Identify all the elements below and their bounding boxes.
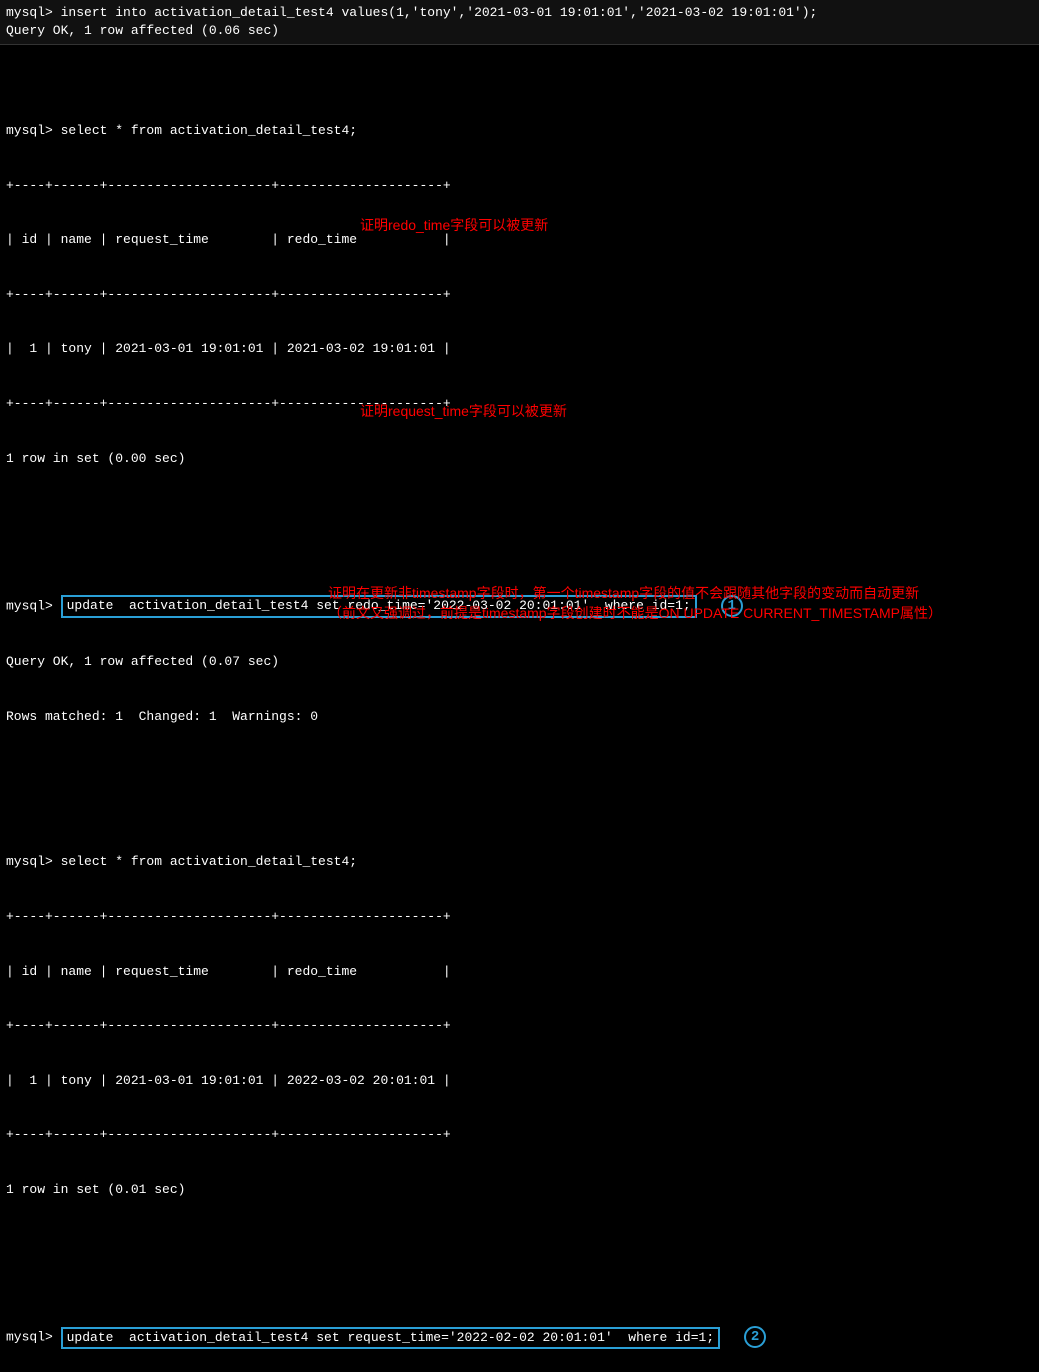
mysql-prompt: mysql>	[6, 1330, 61, 1345]
rows-matched: Rows matched: 1 Changed: 1 Warnings: 0	[6, 708, 1033, 726]
annotation-text-2: 证明request_time字段可以被更新	[360, 402, 567, 422]
annotation-text-1: 证明redo_time字段可以被更新	[360, 216, 548, 236]
table-sep: +----+------+---------------------+-----…	[6, 286, 1033, 304]
annotation-number-2-icon: 2	[744, 1326, 766, 1348]
update-line-2: mysql> update activation_detail_test4 se…	[6, 1326, 1033, 1348]
annotation-text-3a: 证明在更新非timestamp字段时，第一个timestamp字段的值不会跟随其…	[328, 584, 919, 604]
annotation-text-3b: （前文又强调过，前提是timestamp字段创建时不能是ON UPDATE CU…	[328, 604, 942, 624]
mysql-prompt: mysql>	[6, 598, 61, 613]
select-cmd-1: mysql> select * from activation_detail_t…	[6, 122, 1033, 140]
query-ok: Query OK, 1 row affected (0.07 sec)	[6, 653, 1033, 671]
rows-in-set: 1 row in set (0.00 sec)	[6, 450, 1033, 468]
table-header: | id | name | request_time | redo_time |	[6, 963, 1033, 981]
select-cmd-2: mysql> select * from activation_detail_t…	[6, 853, 1033, 871]
table-row: | 1 | tony | 2021-03-01 19:01:01 | 2021-…	[6, 340, 1033, 358]
update-cmd-2-box: update activation_detail_test4 set reque…	[61, 1327, 721, 1349]
table-sep: +----+------+---------------------+-----…	[6, 1017, 1033, 1035]
insert-result: Query OK, 1 row affected (0.06 sec)	[6, 22, 1033, 40]
terminal-header-block: mysql> insert into activation_detail_tes…	[0, 0, 1039, 45]
table-sep: +----+------+---------------------+-----…	[6, 1126, 1033, 1144]
terminal-body: mysql> select * from activation_detail_t…	[0, 45, 1039, 1372]
insert-command: mysql> insert into activation_detail_tes…	[6, 4, 1033, 22]
table-row: | 1 | tony | 2021-03-01 19:01:01 | 2022-…	[6, 1072, 1033, 1090]
table-sep: +----+------+---------------------+-----…	[6, 908, 1033, 926]
table-sep: +----+------+---------------------+-----…	[6, 177, 1033, 195]
rows-in-set: 1 row in set (0.01 sec)	[6, 1181, 1033, 1199]
